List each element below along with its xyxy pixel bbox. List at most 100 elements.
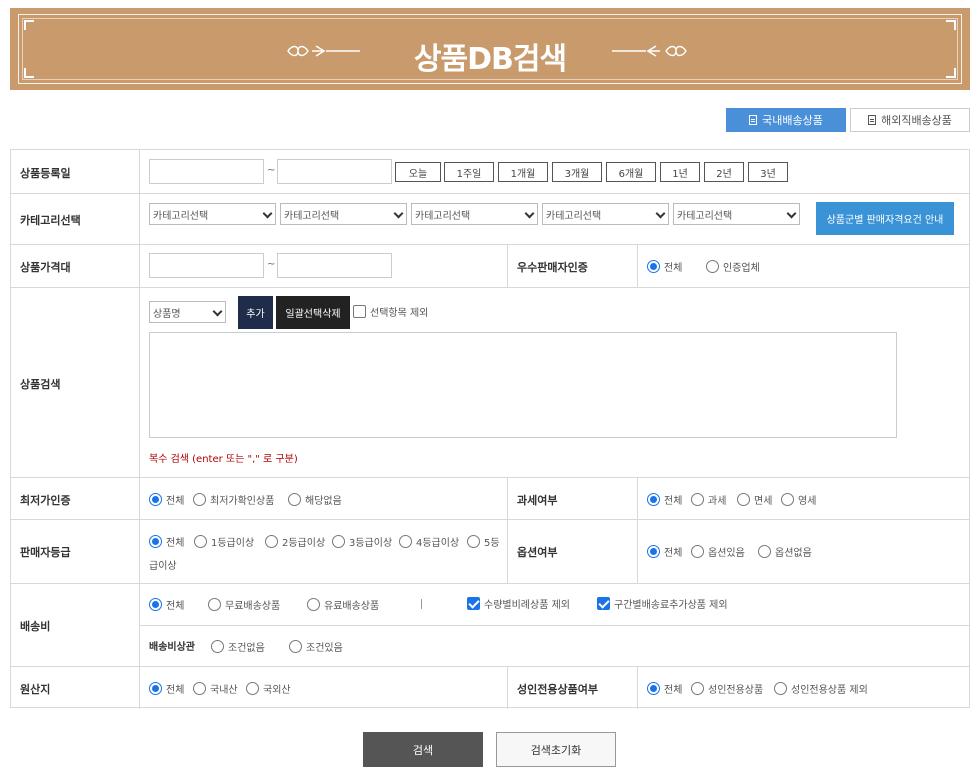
date-1week-button[interactable]: 1주일	[444, 162, 494, 182]
adult-only-radio[interactable]: 성인전용상품	[691, 681, 763, 696]
reg-date-end-input[interactable]	[277, 159, 392, 184]
search-keywords-textarea[interactable]	[149, 332, 897, 438]
column-divider	[637, 477, 638, 583]
lowest-price-none-radio[interactable]: 해당없음	[288, 492, 342, 507]
tax-taxable-radio[interactable]: 과세	[691, 492, 726, 507]
radio-checked-icon	[647, 493, 660, 506]
date-1year-button[interactable]: 1년	[660, 162, 700, 182]
category-select-4[interactable]: 카테고리선택	[542, 203, 669, 225]
radio-label: 무료배송상품	[225, 601, 281, 612]
radio-label: 전체	[664, 685, 683, 696]
row-divider	[11, 477, 969, 478]
excellent-seller-all-radio[interactable]: 전체	[647, 259, 682, 274]
lowest-price-confirmed-radio[interactable]: 최저가확인상품	[193, 492, 274, 507]
seller-grade-1-radio[interactable]: 1등급이상	[194, 534, 254, 549]
reset-search-button[interactable]: 검색초기화	[496, 732, 616, 767]
bulk-delete-button[interactable]: 일괄선택삭제	[276, 296, 350, 329]
adult-exclude-radio[interactable]: 성인전용상품 제외	[774, 681, 868, 696]
radio-unchecked-icon	[691, 493, 704, 506]
option-has-radio[interactable]: 옵션있음	[691, 544, 745, 559]
radio-unchecked-icon	[691, 545, 704, 558]
category-select-1[interactable]: 카테고리선택	[149, 203, 276, 225]
reg-date-label: 상품등록일	[20, 167, 71, 180]
tax-zero-rated-radio[interactable]: 영세	[781, 492, 816, 507]
shipping-paid-radio[interactable]: 유료배송상품	[307, 597, 379, 612]
radio-unchecked-icon	[265, 535, 278, 548]
seller-grade-5-radio[interactable]: 5등	[467, 534, 500, 549]
radio-unchecked-icon	[758, 545, 771, 558]
chevron-down-icon	[393, 208, 404, 219]
option-all-radio[interactable]: 전체	[647, 544, 682, 559]
date-2year-button[interactable]: 2년	[704, 162, 744, 182]
add-keyword-button[interactable]: 추가	[238, 296, 273, 329]
date-6month-button[interactable]: 6개월	[606, 162, 656, 182]
adult-product-label: 성인전용상품여부	[517, 683, 598, 696]
exclude-selected-checkbox[interactable]: 선택항목 제외	[353, 304, 428, 319]
radio-unchecked-icon	[467, 535, 480, 548]
price-min-input[interactable]	[149, 253, 264, 278]
radio-unchecked-icon	[246, 682, 259, 695]
radio-unchecked-icon	[691, 682, 704, 695]
shipping-free-radio[interactable]: 무료배송상품	[208, 597, 280, 612]
shipping-policy-has-radio[interactable]: 조건있음	[289, 639, 343, 654]
radio-label: 유료배송상품	[324, 601, 380, 612]
column-divider	[507, 477, 508, 583]
radio-label: 성인전용상품 제외	[791, 685, 868, 696]
radio-label: 국내산	[210, 685, 238, 696]
banner-corner	[946, 20, 956, 30]
seller-grade-all-radio[interactable]: 전체	[149, 534, 184, 549]
tax-exempt-radio[interactable]: 면세	[737, 492, 772, 507]
radio-checked-icon	[149, 535, 162, 548]
radio-unchecked-icon	[781, 493, 794, 506]
shipping-label: 배송비	[20, 620, 51, 633]
radio-unchecked-icon	[307, 598, 320, 611]
column-divider	[507, 244, 508, 287]
tab-domestic-shipping[interactable]: 국내배송상품	[726, 108, 846, 132]
origin-domestic-radio[interactable]: 국내산	[193, 681, 238, 696]
chevron-down-icon	[786, 208, 797, 219]
origin-all-radio[interactable]: 전체	[149, 681, 184, 696]
seller-grade-label: 판매자등급	[20, 546, 71, 559]
seller-grade-2-radio[interactable]: 2등급이상	[265, 534, 325, 549]
price-max-input[interactable]	[277, 253, 392, 278]
seller-requirements-guide-button[interactable]: 상품군별 판매자격요건 안내	[816, 202, 954, 235]
radio-unchecked-icon	[211, 640, 224, 653]
date-3year-button[interactable]: 3년	[748, 162, 788, 182]
origin-foreign-radio[interactable]: 국외산	[246, 681, 291, 696]
shipping-policy-none-radio[interactable]: 조건없음	[211, 639, 265, 654]
date-today-button[interactable]: 오늘	[395, 162, 441, 182]
select-value: 카테고리선택	[284, 210, 340, 222]
select-value: 카테고리선택	[153, 210, 209, 222]
tab-overseas-shipping[interactable]: 해외직배송상품	[850, 108, 970, 132]
category-select-5[interactable]: 카테고리선택	[673, 203, 800, 225]
exclude-quantity-proportional-checkbox[interactable]: 수량별비례상품 제외	[467, 596, 570, 611]
tax-all-radio[interactable]: 전체	[647, 492, 682, 507]
seller-grade-3-radio[interactable]: 3등급이상	[332, 534, 392, 549]
adult-all-radio[interactable]: 전체	[647, 681, 682, 696]
radio-label: 전체	[166, 538, 185, 549]
reg-date-start-input[interactable]	[149, 159, 264, 184]
page-banner: 상품DB검색	[10, 8, 970, 90]
shipping-all-radio[interactable]: 전체	[149, 597, 184, 612]
date-1month-button[interactable]: 1개월	[498, 162, 548, 182]
radio-label: 최저가확인상품	[210, 496, 275, 507]
select-value: 카테고리선택	[415, 210, 471, 222]
date-3month-button[interactable]: 3개월	[552, 162, 602, 182]
option-none-radio[interactable]: 옵션없음	[758, 544, 812, 559]
row-divider	[11, 287, 969, 288]
excellent-seller-certified-radio[interactable]: 인증업체	[706, 259, 760, 274]
seller-grade-4-radio[interactable]: 4등급이상	[399, 534, 459, 549]
radio-checked-icon	[647, 260, 660, 273]
column-divider	[637, 244, 638, 287]
radio-checked-icon	[647, 545, 660, 558]
radio-label: 전체	[664, 548, 683, 559]
lowest-price-all-radio[interactable]: 전체	[149, 492, 184, 507]
row-divider	[11, 666, 969, 667]
search-type-select[interactable]: 상품명	[149, 301, 226, 323]
exclude-region-surcharge-checkbox[interactable]: 구간별배송료추가상품 제외	[597, 596, 728, 611]
search-button[interactable]: 검색	[363, 732, 483, 767]
row-divider	[11, 583, 969, 584]
category-label: 카테고리선택	[20, 214, 81, 227]
category-select-2[interactable]: 카테고리선택	[280, 203, 407, 225]
category-select-3[interactable]: 카테고리선택	[411, 203, 538, 225]
